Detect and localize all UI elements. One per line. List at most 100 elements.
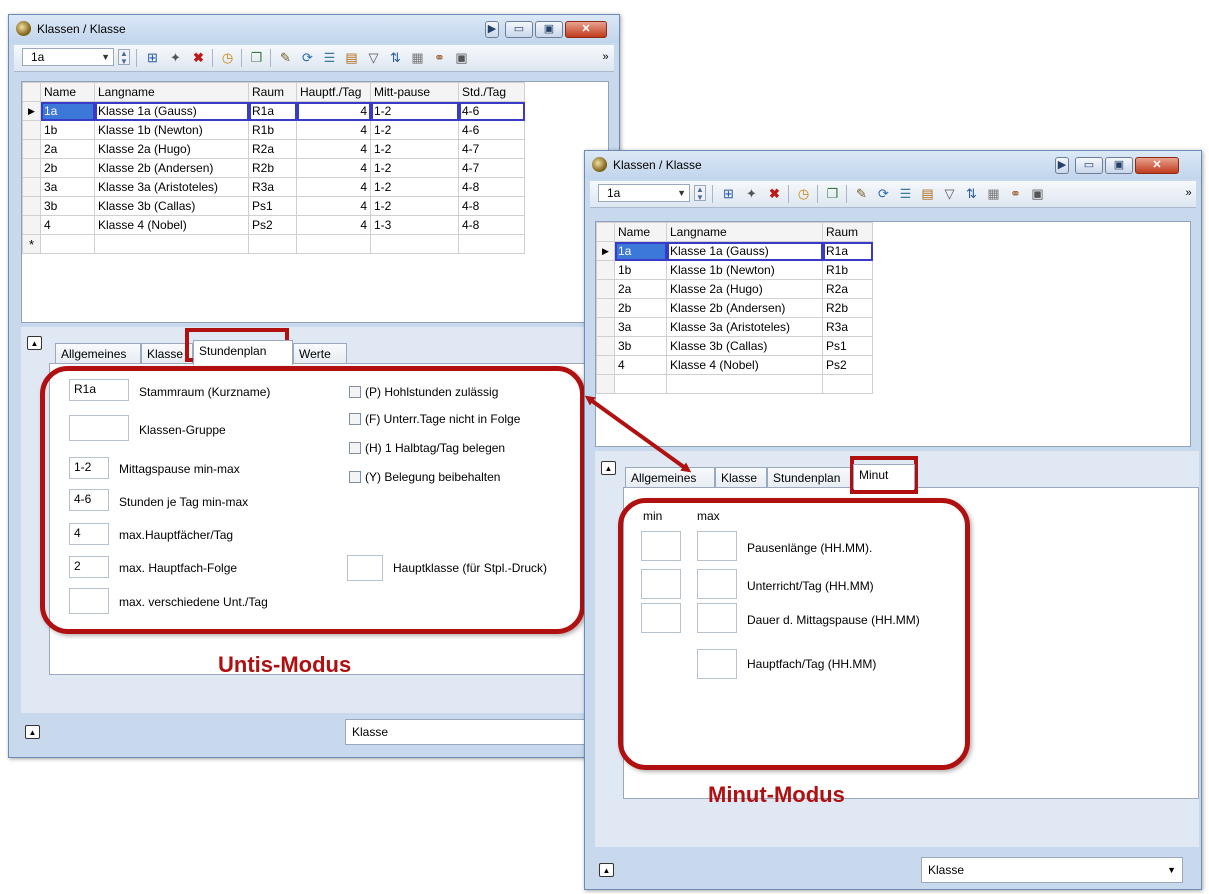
cell-name[interactable]: 3a <box>40 177 95 197</box>
minimize-button[interactable]: ▭ <box>1075 157 1103 174</box>
spin-icon[interactable]: ▲ ▼ <box>118 49 130 66</box>
class-grid[interactable]: Name Langname Raum Hauptf./Tag Mitt-paus… <box>21 81 609 323</box>
cell-raum[interactable]: R1b <box>248 120 297 140</box>
sort-icon[interactable]: ⇅ <box>963 185 980 202</box>
col-header[interactable]: Langname <box>666 222 823 242</box>
edit-icon[interactable]: ✎ <box>277 49 294 66</box>
cell-raum[interactable]: Ps2 <box>248 215 297 235</box>
col-header[interactable]: Name <box>40 82 95 102</box>
cell-langname[interactable]: Klasse 2b (Andersen) <box>94 158 249 178</box>
maximize-button[interactable]: ▣ <box>1105 157 1133 174</box>
close-button[interactable]: ✕ <box>1135 157 1179 174</box>
sort-icon[interactable]: ⇅ <box>387 49 404 66</box>
tab-stundenplan[interactable]: Stundenplan <box>193 340 293 365</box>
table-row[interactable]: 2a Klasse 2a (Hugo) R2a <box>596 279 873 299</box>
cell-hauptf[interactable]: 4 <box>296 158 371 178</box>
cell-raum[interactable]: Ps2 <box>822 355 873 375</box>
table-row[interactable]: 2b Klasse 2b (Andersen) R2b <box>596 298 873 318</box>
forward-icon[interactable]: ▶ <box>1055 157 1069 174</box>
minimize-button[interactable]: ▭ <box>505 21 533 38</box>
table-row[interactable]: ▶ 1a Klasse 1a (Gauss) R1a <box>596 241 873 261</box>
cell-langname[interactable]: Klasse 2a (Hugo) <box>94 139 249 159</box>
cell-raum[interactable]: R3a <box>822 317 873 337</box>
cell-hauptf[interactable]: 4 <box>296 215 371 235</box>
status-select[interactable]: Klasse <box>345 719 615 745</box>
new-row[interactable]: * <box>22 234 525 254</box>
cell-raum[interactable]: R1b <box>822 260 873 280</box>
cell-name[interactable]: 3a <box>614 317 667 337</box>
cell-name[interactable]: 3b <box>614 336 667 356</box>
table-row[interactable]: 3b Klasse 3b (Callas) Ps1 <box>596 336 873 356</box>
refresh-icon[interactable]: ⟳ <box>875 185 892 202</box>
tab-allgemeines[interactable]: Allgemeines <box>55 343 141 365</box>
class-grid[interactable]: Name Langname Raum ▶ 1a Klasse 1a (Gauss… <box>595 221 1191 447</box>
cell-langname[interactable]: Klasse 3a (Aristoteles) <box>666 317 823 337</box>
cell-hauptf[interactable]: 4 <box>296 139 371 159</box>
spin-icon[interactable]: ▲ ▼ <box>694 185 706 202</box>
cell-empty[interactable] <box>40 234 95 254</box>
link-icon[interactable]: ⚭ <box>431 49 448 66</box>
table-row[interactable]: ▶ 1a Klasse 1a (Gauss) R1a 4 1-2 4-6 <box>22 101 525 121</box>
tab-werte[interactable]: Werte <box>293 343 347 365</box>
cell-empty[interactable] <box>614 374 667 394</box>
cell-empty[interactable] <box>370 234 459 254</box>
collapse-up-icon[interactable]: ▲ <box>601 461 616 475</box>
table-row[interactable]: 2b Klasse 2b (Andersen) R2b 4 1-2 4-7 <box>22 158 525 178</box>
cell-mitt[interactable]: 1-3 <box>370 215 459 235</box>
tab-klasse[interactable]: Klasse <box>715 467 767 489</box>
tab-allgemeines[interactable]: Allgemeines <box>625 467 715 489</box>
cell-langname[interactable]: Klasse 1b (Newton) <box>666 260 823 280</box>
cell-std[interactable]: 4-7 <box>458 139 525 159</box>
cell-raum[interactable]: R1a <box>822 241 873 261</box>
delete-icon[interactable]: ✖ <box>190 49 207 66</box>
cell-langname[interactable]: Klasse 1a (Gauss) <box>94 101 249 121</box>
cell-hauptf[interactable]: 4 <box>296 101 371 121</box>
table-row[interactable]: 2a Klasse 2a (Hugo) R2a 4 1-2 4-7 <box>22 139 525 159</box>
table-row[interactable]: 4 Klasse 4 (Nobel) Ps2 4 1-3 4-8 <box>22 215 525 235</box>
cell-name[interactable]: 1a <box>40 101 95 121</box>
table-row[interactable]: 4 Klasse 4 (Nobel) Ps2 <box>596 355 873 375</box>
cell-raum[interactable]: R2b <box>248 158 297 178</box>
cell-empty[interactable] <box>666 374 823 394</box>
cell-mitt[interactable]: 1-2 <box>370 196 459 216</box>
copy-icon[interactable]: ❐ <box>248 49 265 66</box>
class-selector[interactable]: 1a ▼ <box>598 184 690 202</box>
table-row[interactable]: 3a Klasse 3a (Aristoteles) R3a <box>596 317 873 337</box>
cell-name[interactable]: 1b <box>614 260 667 280</box>
cell-langname[interactable]: Klasse 4 (Nobel) <box>94 215 249 235</box>
report-icon[interactable]: ▤ <box>343 49 360 66</box>
cell-langname[interactable]: Klasse 3b (Callas) <box>94 196 249 216</box>
col-header[interactable]: Hauptf./Tag <box>296 82 371 102</box>
cell-langname[interactable]: Klasse 2b (Andersen) <box>666 298 823 318</box>
cell-langname[interactable]: Klasse 1b (Newton) <box>94 120 249 140</box>
left-titlebar[interactable]: Klassen / Klasse ▶ ▭ ▣ ✕ <box>9 15 619 43</box>
maximize-button[interactable]: ▣ <box>535 21 563 38</box>
cell-langname[interactable]: Klasse 4 (Nobel) <box>666 355 823 375</box>
col-header[interactable]: Raum <box>248 82 297 102</box>
forward-icon[interactable]: ▶ <box>485 21 499 38</box>
col-header[interactable]: Raum <box>822 222 873 242</box>
table-row[interactable]: 1b Klasse 1b (Newton) R1b <box>596 260 873 280</box>
cell-mitt[interactable]: 1-2 <box>370 139 459 159</box>
link-icon[interactable]: ⚭ <box>1007 185 1024 202</box>
new-icon[interactable]: ✦ <box>167 49 184 66</box>
cell-langname[interactable]: Klasse 3b (Callas) <box>666 336 823 356</box>
cell-name[interactable]: 2a <box>614 279 667 299</box>
cell-std[interactable]: 4-6 <box>458 101 525 121</box>
collapse-up-icon[interactable]: ▲ <box>599 863 614 877</box>
cell-name[interactable]: 4 <box>614 355 667 375</box>
cell-name[interactable]: 3b <box>40 196 95 216</box>
class-selector[interactable]: 1a ▼ <box>22 48 114 66</box>
copy-icon[interactable]: ❐ <box>824 185 841 202</box>
cell-raum[interactable]: R2a <box>822 279 873 299</box>
grid-icon[interactable]: ▦ <box>409 49 426 66</box>
cell-hauptf[interactable]: 4 <box>296 120 371 140</box>
cell-hauptf[interactable]: 4 <box>296 196 371 216</box>
tab-stundenplan[interactable]: Stundenplan <box>767 467 853 489</box>
clock-icon[interactable]: ◷ <box>795 185 812 202</box>
cell-std[interactable]: 4-6 <box>458 120 525 140</box>
more-icon[interactable]: » <box>597 49 614 66</box>
cell-name[interactable]: 2a <box>40 139 95 159</box>
status-select[interactable]: Klasse ▼ <box>921 857 1183 883</box>
more-icon[interactable]: » <box>1180 185 1197 202</box>
